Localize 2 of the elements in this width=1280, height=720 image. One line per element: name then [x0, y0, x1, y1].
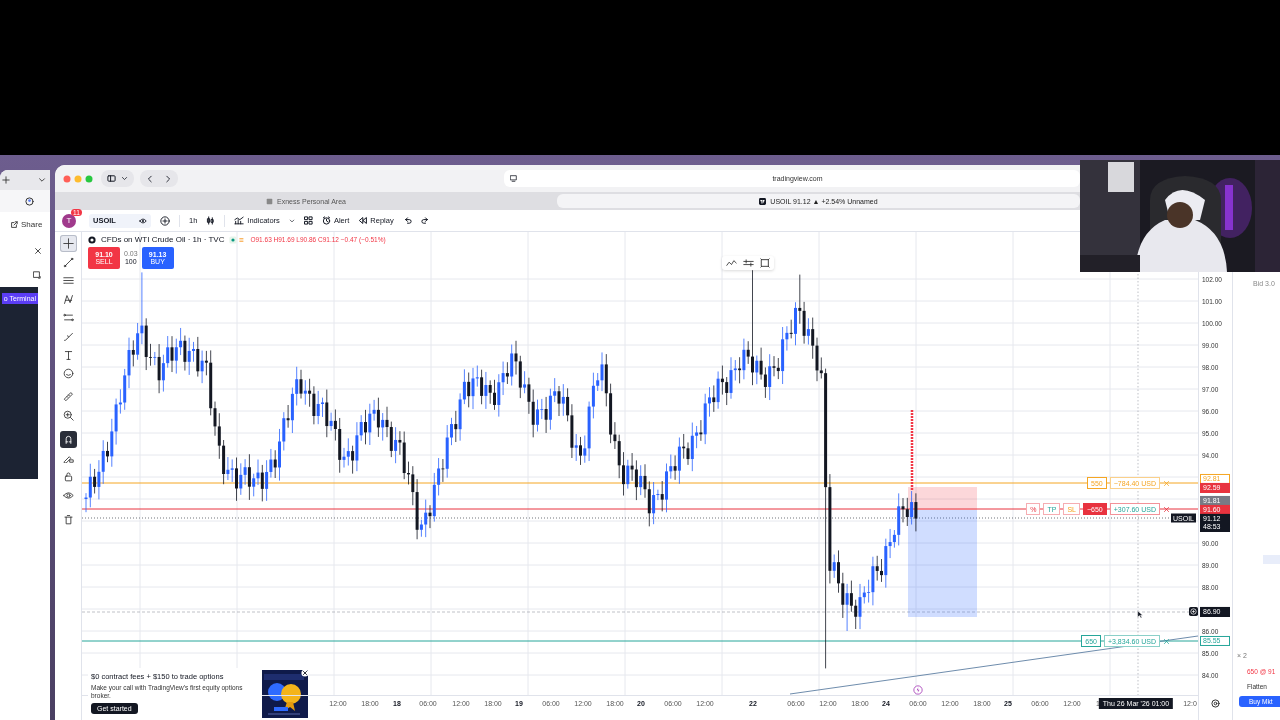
chart-title: CFDs on WTI Crude Oil · 1h · TVC [101, 235, 225, 244]
share-button[interactable]: Share [10, 220, 50, 229]
